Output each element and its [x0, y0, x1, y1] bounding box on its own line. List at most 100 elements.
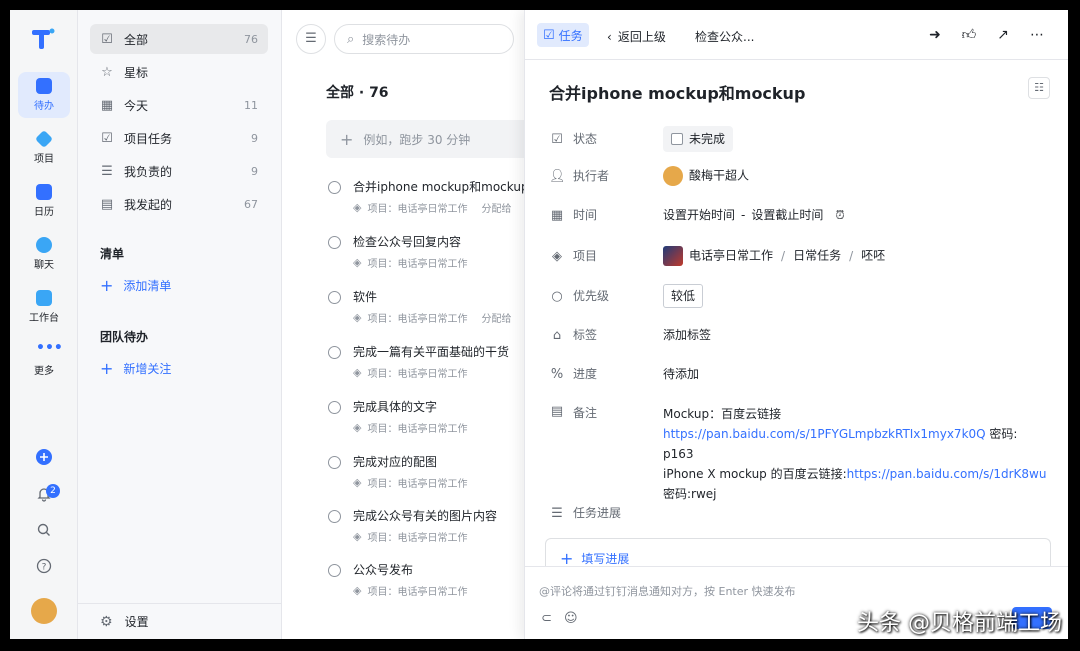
note-content[interactable]: Mockup：百度云链接 https://pan.baidu.com/s/1PF… — [663, 404, 1049, 504]
nav-item-all[interactable]: ☑ 全部 76 — [90, 24, 268, 54]
project-row: ◈ 项目 电话亭日常工作 / 日常任务 / 呸呸 — [549, 246, 1049, 266]
nav-item-label: 我发起的 — [124, 197, 173, 212]
task-checkbox[interactable] — [328, 564, 341, 577]
outline-icon[interactable]: ☷ — [1028, 77, 1050, 99]
chat-icon — [36, 237, 52, 253]
assignee-field[interactable]: 酸梅干超人 — [663, 166, 1049, 186]
task-item[interactable]: 完成对应的配图 ◈ 项目：电话亭日常工作 — [326, 453, 536, 503]
rail-label: 更多 — [34, 366, 54, 377]
priority-label: 优先级 — [573, 289, 610, 303]
layers-icon: ◈ — [353, 421, 362, 434]
rail-item-calendar[interactable]: 日历 — [18, 178, 70, 224]
rail-item-todo[interactable]: 待办 — [18, 72, 70, 118]
search-input[interactable]: ⌕ 搜索待办 — [334, 24, 514, 54]
task-item[interactable]: 公众号发布 ◈ 项目：电话亭日常工作 — [326, 561, 536, 611]
task-item[interactable]: 完成一篇有关平面基础的干货 ◈ 项目：电话亭日常工作 — [326, 343, 536, 393]
nav-item-assigned-to-me[interactable]: ☰ 我负责的 9 — [90, 156, 268, 186]
task-project: 项目：电话亭日常工作 — [367, 259, 468, 270]
nav-item-created-by-me[interactable]: ▤ 我发起的 67 — [90, 189, 268, 219]
checkbox-icon — [671, 133, 683, 145]
task-checkbox[interactable] — [328, 181, 341, 194]
add-follow-label: 新增关注 — [123, 362, 172, 376]
project-name: 电话亭日常工作 — [689, 248, 774, 263]
quick-add-input[interactable]: + 例如，跑步 30 分钟 — [326, 120, 536, 158]
add-tag-button[interactable]: 添加标签 — [663, 326, 1049, 344]
nav-item-starred[interactable]: ☆ 星标 — [90, 57, 268, 87]
search-button[interactable] — [34, 522, 54, 542]
status-toggle[interactable]: 未完成 — [663, 126, 734, 152]
task-meta: ◈ 项目：电话亭日常工作 — [353, 583, 467, 598]
task-tab[interactable]: ☑ 任务 — [537, 23, 589, 47]
layers-icon: ◈ — [353, 476, 362, 489]
note-link[interactable]: https://pan.baidu.com/s/1PFYGLmpbzkRTIx1… — [663, 427, 986, 441]
task-checkbox[interactable] — [328, 291, 341, 304]
user-avatar[interactable] — [31, 598, 57, 624]
task-item[interactable]: 检查公众号回复内容 ◈ 项目：电话亭日常工作 — [326, 233, 536, 283]
rail-item-chat[interactable]: 聊天 — [18, 231, 70, 277]
task-project: 项目：电话亭日常工作 — [367, 314, 468, 325]
task-item[interactable]: 完成公众号有关的图片内容 ◈ 项目：电话亭日常工作 — [326, 507, 536, 557]
task-title[interactable]: 合并iphone mockup和mockup — [549, 80, 805, 104]
progress-list-icon: ☰ — [551, 505, 563, 521]
comment-tools: ⊂ ☺ — [541, 611, 586, 626]
emoji-icon[interactable]: ☺ — [564, 611, 578, 626]
rail-item-more[interactable]: ••• 更多 — [18, 337, 70, 383]
nav-item-today[interactable]: ▦ 今天 11 — [90, 90, 268, 120]
add-follow-button[interactable]: + 新增关注 — [100, 360, 171, 377]
priority-button[interactable]: 较低 — [663, 284, 704, 308]
attachment-icon[interactable]: ⊂ — [541, 611, 552, 626]
open-external-icon[interactable]: ↗ — [992, 24, 1014, 46]
search-placeholder: 搜索待办 — [362, 32, 411, 47]
comment-input[interactable]: @评论将通过钉钉消息通知对方，按 Enter 快速发布 — [539, 583, 796, 599]
status-row: ☑ 状态 未完成 — [549, 126, 1049, 152]
task-title: 公众号发布 — [353, 563, 414, 577]
calendar-today-icon: ▦ — [100, 97, 114, 113]
create-button[interactable] — [34, 449, 54, 469]
calendar-icon — [36, 184, 52, 200]
task-item[interactable]: 合并iphone mockup和mockup ◈ 项目：电话亭日常工作 分配给 — [326, 178, 536, 228]
breadcrumb[interactable]: 检查公众... — [695, 28, 754, 45]
rail-item-project[interactable]: 项目 — [18, 125, 70, 171]
task-title: 完成具体的文字 — [353, 400, 438, 414]
task-checkbox[interactable] — [328, 510, 341, 523]
more-horizontal-icon[interactable]: ⋯ — [1026, 24, 1048, 46]
rail-label: 日历 — [34, 207, 54, 218]
note-line: iPhone X mockup 的百度云链接: — [663, 467, 847, 481]
task-checkbox[interactable] — [328, 346, 341, 359]
alarm-clock-icon[interactable]: ⏰︎ — [835, 208, 844, 222]
task-meta: ◈ 项目：电话亭日常工作 — [353, 529, 467, 544]
nav-item-project-tasks[interactable]: ☑ 项目任务 9 — [90, 123, 268, 153]
plus-circle-icon — [36, 449, 52, 465]
task-project: 项目：电话亭日常工作 — [367, 424, 468, 435]
rail-item-workbench[interactable]: 工作台 — [18, 284, 70, 330]
write-progress-label: 填写进展 — [581, 552, 630, 566]
assignee-avatar — [663, 166, 683, 186]
task-detail-panel: ☑ 任务 ‹ 返回上级 检查公众... ➜ 👍︎ ↗ ⋯ 合并iphone mo… — [524, 10, 1068, 639]
start-time-field[interactable]: 设置开始时间 — [663, 208, 735, 222]
task-checkbox[interactable] — [328, 236, 341, 249]
task-checkbox[interactable] — [328, 401, 341, 414]
thumbs-up-icon[interactable]: 👍︎ — [958, 24, 980, 46]
menu-toggle-button[interactable]: ☰ — [296, 24, 326, 54]
back-button[interactable]: ‹ 返回上级 — [607, 28, 666, 45]
note-link[interactable]: https://pan.baidu.com/s/1drK8wu — [847, 467, 1047, 481]
progress-field[interactable]: 待添加 — [663, 365, 1049, 383]
help-button[interactable]: ? — [34, 558, 54, 578]
task-item[interactable]: 软件 ◈ 项目：电话亭日常工作 分配给 — [326, 288, 536, 338]
task-meta: ◈ 项目：电话亭日常工作 分配给 — [353, 200, 511, 215]
project-field[interactable]: 电话亭日常工作 / 日常任务 / 呸呸 — [663, 246, 1049, 266]
app-logo-icon — [32, 28, 55, 49]
svg-text:?: ? — [42, 563, 47, 573]
settings-button[interactable]: ⚙ 设置 — [78, 603, 281, 639]
star-icon: ☆ — [101, 64, 113, 80]
nav-item-label: 项目任务 — [124, 131, 173, 146]
due-time-field[interactable]: 设置截止时间 — [751, 208, 823, 222]
task-item[interactable]: 完成具体的文字 ◈ 项目：电话亭日常工作 — [326, 398, 536, 448]
layers-icon: ◈ — [353, 584, 362, 597]
add-list-button[interactable]: + 添加清单 — [100, 277, 171, 294]
back-label: 返回上级 — [617, 30, 666, 44]
task-checkbox[interactable] — [328, 456, 341, 469]
task-meta: ◈ 项目：电话亭日常工作 分配给 — [353, 310, 511, 325]
todo-icon — [36, 78, 52, 94]
forward-circle-icon[interactable]: ➜ — [924, 24, 946, 46]
